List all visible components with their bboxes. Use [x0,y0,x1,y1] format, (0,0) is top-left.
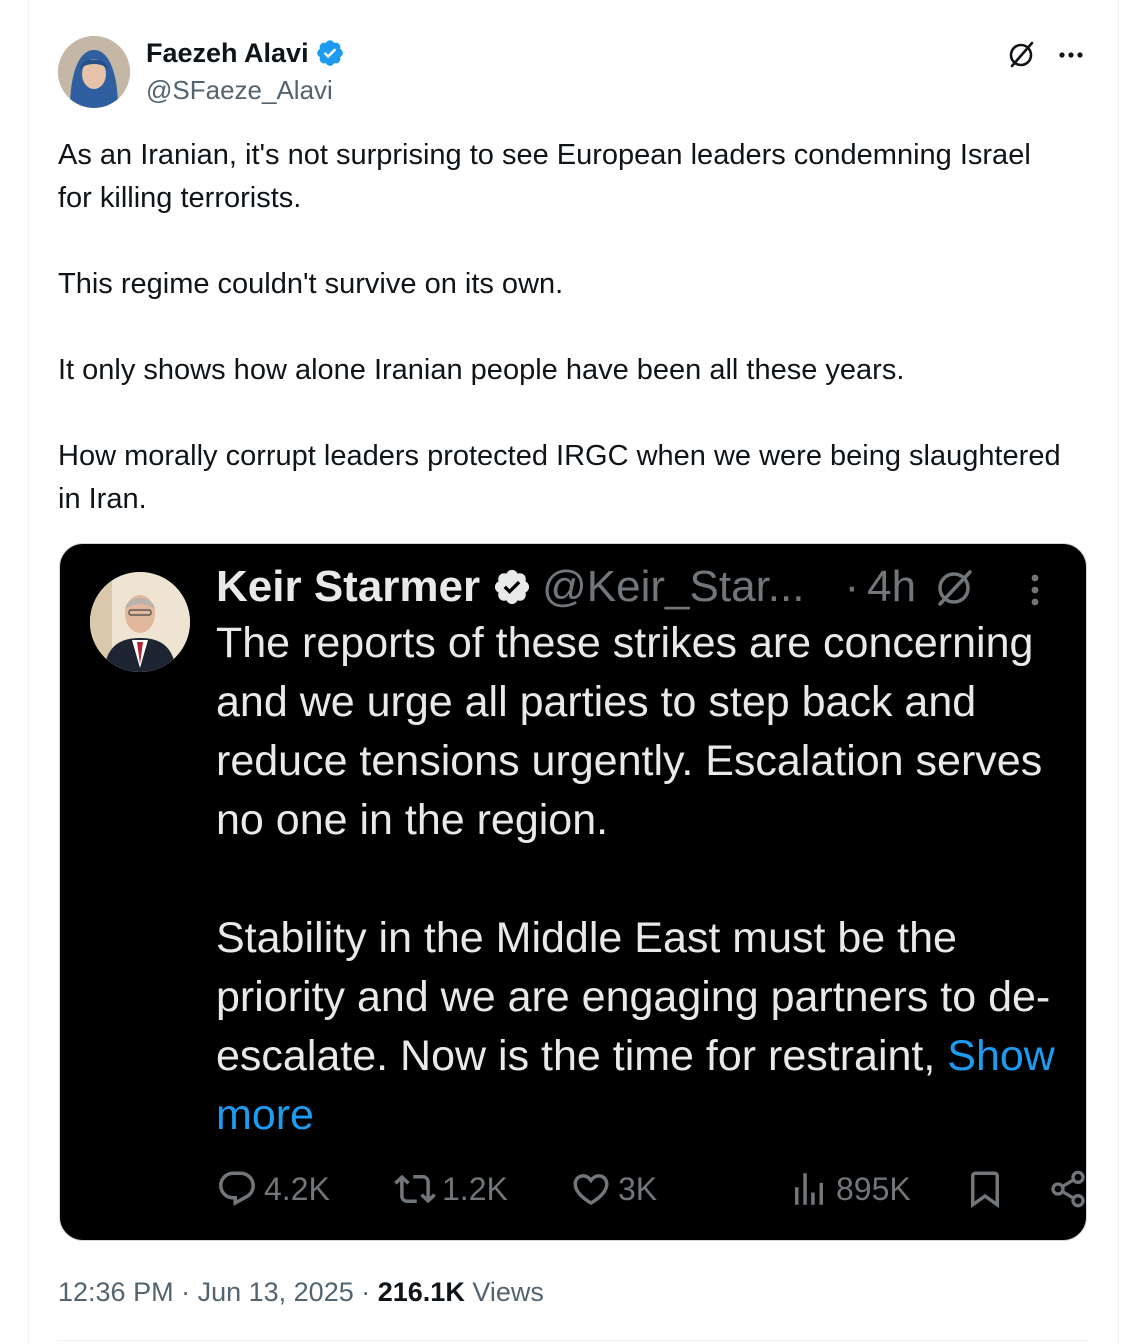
reply-count: 4.2K [264,1170,330,1207]
reply-icon [216,1168,258,1210]
separator-dot: · [844,562,860,611]
tweet-meta: 12:36 PM · Jun 13, 2025 · 216.1K Views [58,1274,544,1310]
quoted-author-handle[interactable]: @Keir_Star... [542,562,804,612]
repost-icon [394,1168,436,1210]
author-handle[interactable]: @SFaeze_Alavi [146,74,333,106]
quoted-tweet-text: The reports of these strikes are concern… [216,614,1066,1145]
like-button[interactable]: 3K [570,1164,657,1214]
tweet-date[interactable]: Jun 13, 2025 [198,1277,354,1307]
views-button[interactable]: 895K [788,1164,911,1214]
grok-icon[interactable] [930,564,978,612]
quoted-tweet[interactable]: Keir Starmer @Keir_Star... · 4h The repo… [59,543,1087,1241]
quoted-author-avatar[interactable] [90,572,190,672]
quoted-action-bar: 4.2K 1.2K 3K 895K [216,1164,1085,1214]
quoted-author-name[interactable]: Keir Starmer [216,562,480,612]
share-icon [1048,1169,1086,1209]
separator-dot: · [361,1277,378,1307]
tweet-text: As an Iranian, it's not surprising to se… [58,134,1068,521]
views-icon [788,1168,830,1210]
more-icon[interactable] [1054,38,1088,72]
tweet-paragraph: It only shows how alone Iranian people h… [58,354,905,386]
verified-badge-icon [315,38,345,68]
author-avatar[interactable] [58,36,130,108]
author-name-row[interactable]: Faezeh Alavi [146,36,345,70]
tweet-views-label: Views [472,1277,544,1307]
repost-count: 1.2K [442,1170,508,1207]
grok-icon[interactable] [1004,38,1038,72]
quoted-header: Keir Starmer @Keir_Star... · 4h [216,562,916,612]
author-name[interactable]: Faezeh Alavi [146,36,309,70]
share-button[interactable] [1048,1164,1086,1214]
quoted-body: The reports of these strikes are concern… [216,619,1051,1080]
like-icon [570,1168,612,1210]
tweet-paragraph: This regime couldn't survive on its own. [58,268,564,300]
bookmark-button[interactable] [964,1164,1006,1214]
separator-dot: · [181,1277,198,1307]
tweet-views-count: 216.1K [377,1277,465,1307]
tweet-paragraph: As an Iranian, it's not surprising to se… [58,139,1039,214]
views-count: 895K [836,1170,911,1207]
repost-button[interactable]: 1.2K [394,1164,508,1214]
bookmark-icon [964,1168,1006,1210]
more-icon[interactable] [1020,570,1050,610]
quoted-timestamp[interactable]: 4h [867,562,916,612]
like-count: 3K [618,1170,658,1207]
verified-badge-icon [492,567,532,607]
reply-button[interactable]: 4.2K [216,1164,330,1214]
divider [58,1340,1088,1341]
tweet-time[interactable]: 12:36 PM [58,1277,174,1307]
tweet-paragraph: How morally corrupt leaders protected IR… [58,440,1069,515]
